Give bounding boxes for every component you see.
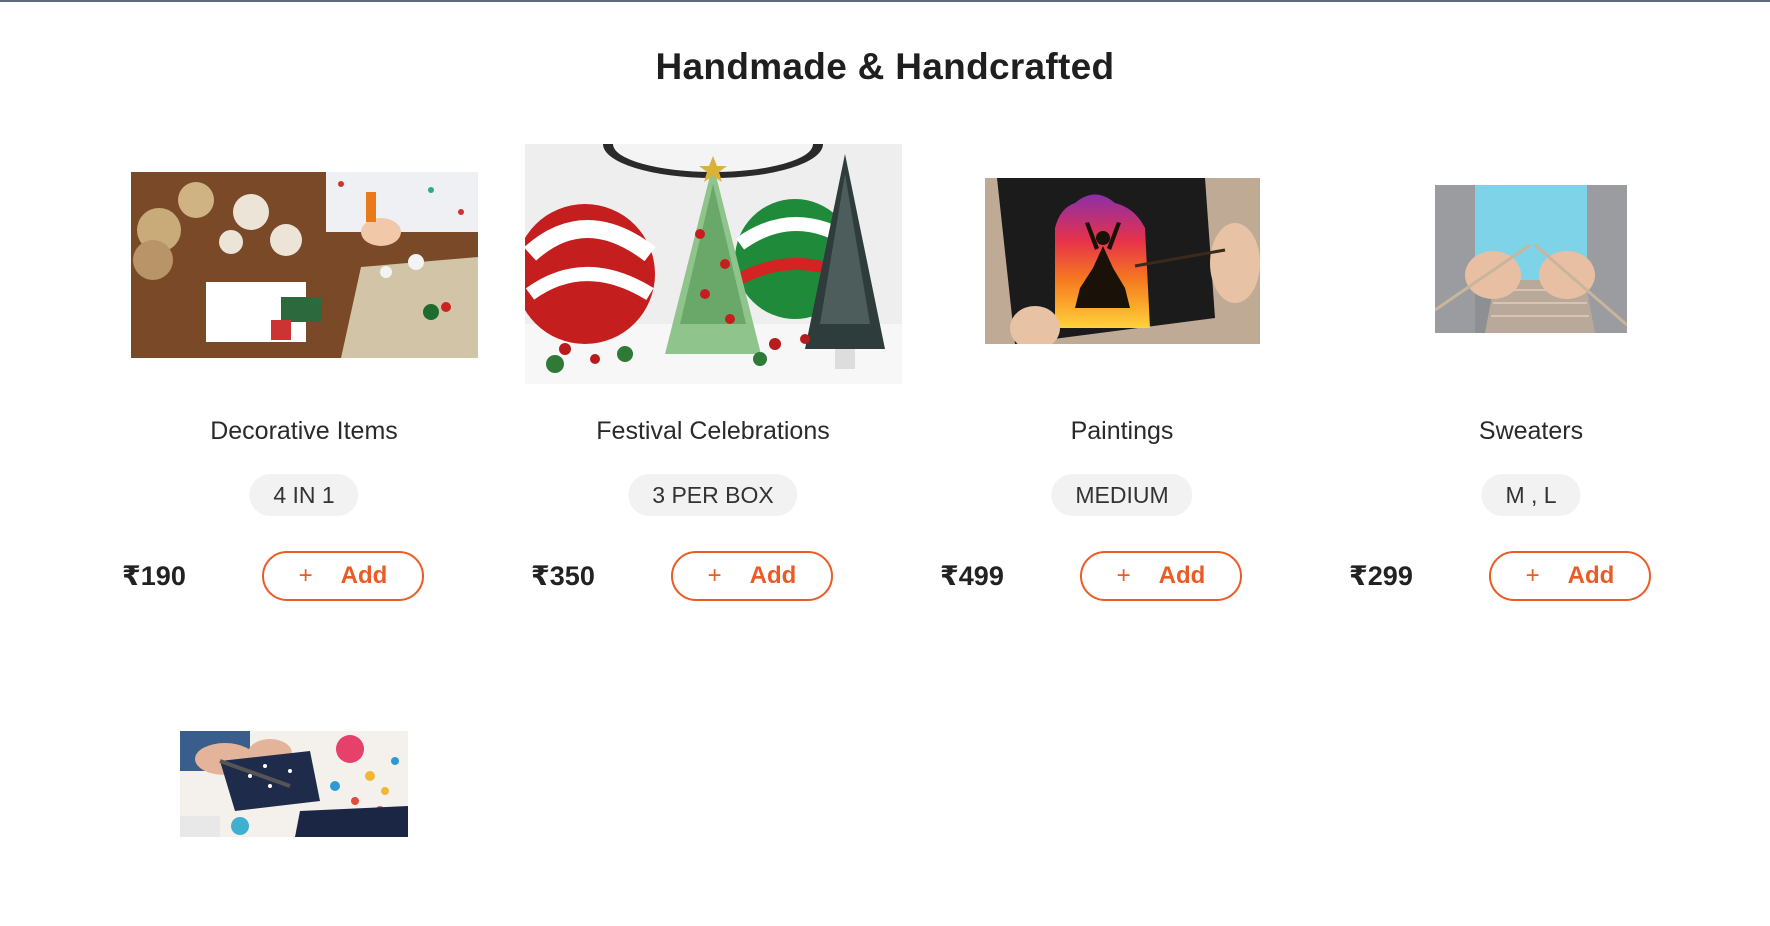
- add-button-label: Add: [749, 562, 797, 589]
- product-card-paintings: Paintings MEDIUM ₹499 + Add: [918, 140, 1326, 620]
- add-button[interactable]: + Add: [671, 551, 833, 601]
- product-price: ₹499: [940, 561, 1004, 591]
- sweaters-image[interactable]: [1435, 185, 1627, 333]
- top-border: [0, 0, 1770, 2]
- product-name: Sweaters: [1478, 417, 1584, 445]
- sweaters-illustration: [1435, 185, 1627, 333]
- paintings-image[interactable]: [984, 178, 1260, 344]
- festival-celebrations-image[interactable]: [524, 144, 902, 384]
- product-card-decorative-items: Decorative Items 4 IN 1 ₹190 + Add: [100, 140, 508, 620]
- sewing-crafts-illustration: [180, 731, 408, 837]
- festival-celebrations-illustration: [524, 144, 902, 384]
- variant-pill[interactable]: 4 IN 1: [249, 474, 359, 516]
- paintings-illustration: [984, 178, 1260, 344]
- product-name: Paintings: [1070, 417, 1174, 445]
- plus-icon: +: [298, 562, 313, 589]
- product-card-festival-celebrations: Festival Celebrations 3 PER BOX ₹350 + A…: [509, 140, 917, 620]
- add-button[interactable]: + Add: [1489, 551, 1651, 601]
- plus-icon: +: [1116, 562, 1131, 589]
- add-button-label: Add: [340, 562, 388, 589]
- add-button-label: Add: [1567, 562, 1615, 589]
- product-name: Festival Celebrations: [596, 417, 830, 445]
- product-price: ₹350: [531, 561, 595, 591]
- section-title: Handmade & Handcrafted: [655, 46, 1115, 87]
- sewing-crafts-image[interactable]: [180, 731, 408, 837]
- plus-icon: +: [707, 562, 722, 589]
- product-image-wrap: [1327, 140, 1735, 400]
- product-price: ₹190: [122, 561, 186, 591]
- product-name: Decorative Items: [210, 417, 398, 445]
- add-button[interactable]: + Add: [262, 551, 424, 601]
- product-image-wrap: [918, 140, 1326, 400]
- plus-icon: +: [1525, 562, 1540, 589]
- add-button-label: Add: [1158, 562, 1206, 589]
- variant-pill[interactable]: 3 PER BOX: [628, 474, 798, 516]
- product-price: ₹299: [1349, 561, 1413, 591]
- variant-pill[interactable]: M , L: [1481, 474, 1581, 516]
- decorative-items-illustration: [130, 172, 478, 358]
- variant-pill[interactable]: MEDIUM: [1051, 474, 1193, 516]
- decorative-items-image[interactable]: [130, 172, 478, 358]
- product-image-wrap: [509, 140, 917, 400]
- product-image-wrap: [100, 140, 508, 400]
- product-card-sweaters: Sweaters M , L ₹299 + Add: [1327, 140, 1735, 620]
- add-button[interactable]: + Add: [1080, 551, 1242, 601]
